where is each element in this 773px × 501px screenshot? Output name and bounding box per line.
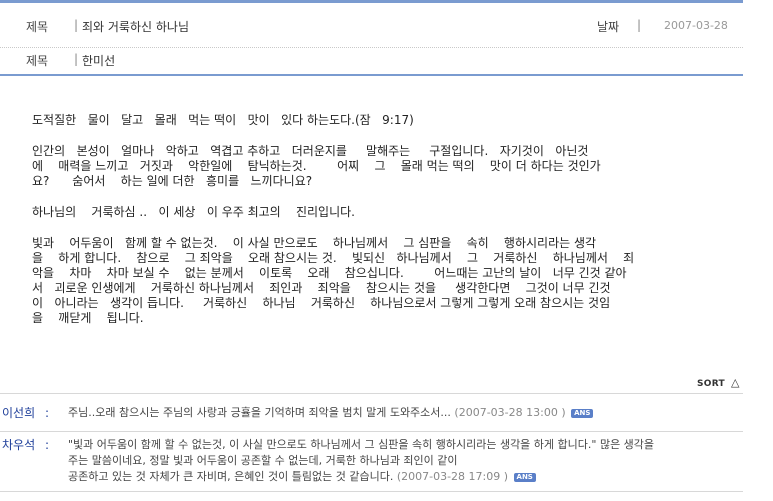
- comment-colon: :: [45, 438, 50, 452]
- comment-text: "빛과 어두움이 함께 할 수 없는것, 이 사실 만으로도 하나님께서 그 심…: [68, 437, 738, 485]
- post-body: 도적질한 물이 달고 몰래 먹는 떡이 맛이 있다 하는도다.(잠 9:17) 인…: [32, 113, 732, 342]
- comment-line-last: 공존하고 있는 것 자체가 큰 자비며, 은혜인 것이 틀림없는 것 같습니다.…: [68, 469, 738, 485]
- body-paragraph: 하나님의 거룩하심 .. 이 세상 이 우주 최고의 진리입니다.: [32, 205, 732, 220]
- triangle-up-icon[interactable]: △: [731, 376, 739, 389]
- post-date: 2007-03-28: [664, 19, 728, 32]
- title-row: 제목 | 죄와 거룩하신 하나님 날짜 | 2007-03-28: [0, 3, 743, 48]
- body-line: 하나님의 거룩하심 .. 이 세상 이 우주 최고의 진리입니다.: [32, 205, 355, 219]
- body-line: 빛과 어두움이 함께 할 수 없는것. 이 사실 만으로도 하나님께서 그 심판…: [32, 236, 597, 250]
- title-separator: |: [74, 18, 79, 32]
- comment-item: 이선희 : 주님..오래 참으시는 주님의 사랑과 긍휼을 기억하며 죄악을 범…: [0, 405, 743, 429]
- body-paragraph: 인간의 본성이 얼마나 악하고 역겹고 추하고 더러운지를 말해주는 구절입니다…: [32, 144, 732, 189]
- post-author: 한미선: [82, 54, 116, 68]
- answer-badge[interactable]: ANS: [513, 473, 536, 482]
- post-title: 죄와 거룩하신 하나님: [82, 20, 189, 34]
- body-line: 도적질한 물이 달고 몰래 먹는 떡이 맛이 있다 하는도다.(잠 9:17): [32, 113, 414, 127]
- body-line: 이 아니라는 생각이 듭니다. 거룩하신 하나님 거룩하신 하나님으로서 그렇게…: [32, 296, 611, 310]
- body-line: 악을 차마 차마 보실 수 없는 분께서 이토록 오래 참으십니다. 어느때는 …: [32, 266, 627, 280]
- body-line: 을 하게 합니다. 참으로 그 죄악을 오래 참으시는 것. 빛되신 하나님께서…: [32, 251, 635, 265]
- comment-line: 주는 말씀이네요, 정말 빛과 어두움이 공존할 수 없는데, 거룩한 하나님과…: [68, 454, 458, 467]
- date-label: 날짜: [597, 20, 620, 34]
- comment-author[interactable]: 차우석: [2, 437, 35, 453]
- body-line: 인간의 본성이 얼마나 악하고 역겹고 추하고 더러운지를 말해주는 구절입니다…: [32, 144, 589, 158]
- comment-author[interactable]: 이선희: [2, 405, 35, 421]
- body-line: 요? 숨어서 하는 일에 더한 흥미를 느끼다니요?: [32, 174, 313, 188]
- sort-button[interactable]: SORT: [697, 379, 725, 389]
- date-separator: |: [637, 18, 642, 32]
- answer-badge[interactable]: ANS: [571, 409, 594, 418]
- body-line: 에 매력을 느끼고 거짓과 악한일에 탐닉하는것. 어찌 그 몰래 먹는 떡의 …: [32, 159, 601, 173]
- comment-divider: [0, 491, 743, 492]
- author-row: 제목 | 한미선: [0, 48, 743, 76]
- comment-line: 주님..오래 참으시는 주님의 사랑과 긍휼을 기억하며 죄악을 범치 말게 도…: [68, 406, 451, 419]
- comment-line: "빛과 어두움이 함께 할 수 없는것, 이 사실 만으로도 하나님께서 그 심…: [68, 438, 655, 451]
- comment-divider: [0, 431, 743, 432]
- comment-text: 주님..오래 참으시는 주님의 사랑과 긍휼을 기억하며 죄악을 범치 말게 도…: [68, 405, 738, 421]
- comments-top-divider: [0, 393, 743, 394]
- comment-item: 차우석 : "빛과 어두움이 함께 할 수 없는것, 이 사실 만으로도 하나님…: [0, 437, 743, 489]
- comment-colon: :: [45, 406, 50, 420]
- body-line: 서 괴로운 인생에게 거룩하신 하나님께서 죄인과 죄악을 참으시는 것을 생각…: [32, 281, 611, 295]
- title-label: 제목: [26, 20, 49, 34]
- author-label: 제목: [26, 54, 49, 68]
- comment-date: (2007-03-28 13:00 ): [454, 406, 566, 419]
- body-line: 을 깨닫게 됩니다.: [32, 311, 144, 325]
- comment-date: (2007-03-28 17:09 ): [396, 470, 509, 483]
- comment-line: 공존하고 있는 것 자체가 큰 자비며, 은혜인 것이 틀림없는 것 같습니다.: [68, 470, 394, 483]
- body-paragraph: 빛과 어두움이 함께 할 수 없는것. 이 사실 만으로도 하나님께서 그 심판…: [32, 236, 732, 326]
- body-paragraph: 도적질한 물이 달고 몰래 먹는 떡이 맛이 있다 하는도다.(잠 9:17): [32, 113, 732, 128]
- author-separator: |: [74, 52, 79, 66]
